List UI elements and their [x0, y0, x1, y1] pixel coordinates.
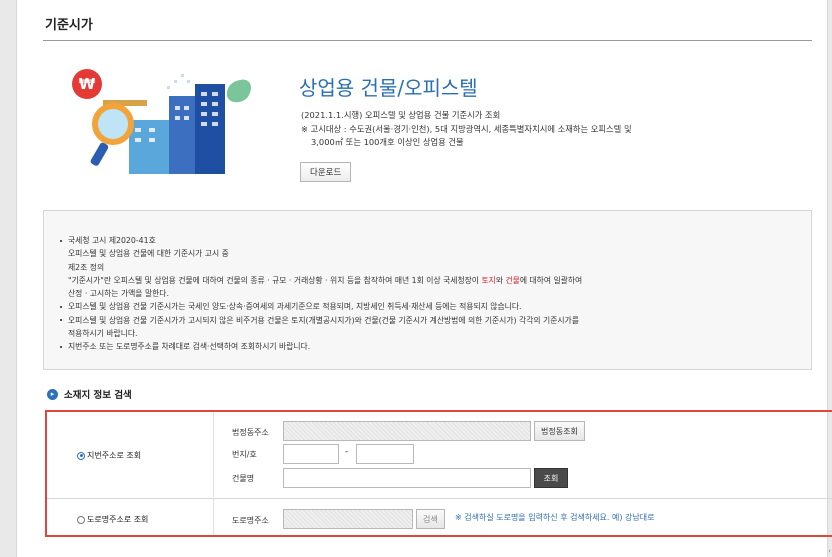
- notice-text: "기준시가"란 오피스텔 및 상업용 건물에 대하여 건물의 종류 · 규모 ·…: [68, 275, 482, 285]
- hero-illustration: ₩: [72, 69, 251, 174]
- hero-title: 상업용 건물/오피스텔: [299, 76, 478, 100]
- notice-item-continued: 산정 · 고시하는 가액을 말한다.: [68, 289, 169, 299]
- title-divider: [43, 40, 812, 41]
- building-name-label: 건물명: [232, 474, 255, 483]
- notice-item-continued: 제2조 정의: [68, 262, 105, 272]
- bunji-dash: -: [345, 447, 349, 457]
- radio-jibun-label: 지번주소로 조회: [87, 451, 142, 460]
- dong-search-button[interactable]: 법정동조회: [534, 421, 585, 441]
- radio-jibun-option[interactable]: 지번주소로 조회: [77, 450, 141, 461]
- svg-text:₩: ₩: [79, 75, 96, 93]
- notice-item-continued: 오피스텔 및 상업용 건물에 대한 기준시가 고시 중: [68, 249, 229, 259]
- notice-box: 국세청 고시 제2020-41호 오피스텔 및 상업용 건물에 대한 기준시가 …: [43, 210, 812, 370]
- radio-road-label: 도로명주소로 조회: [87, 515, 149, 524]
- notice-item-continued: 적용하시기 바랍니다.: [68, 329, 138, 339]
- notice-item: 지번주소 또는 도로명주소를 차례대로 검색·선택하여 조회하시기 바랍니다.: [58, 340, 582, 353]
- dong-address-field[interactable]: [283, 421, 531, 441]
- notice-text: 에 대하여 일괄하여: [519, 275, 583, 285]
- notice-highlight-land: 토지: [481, 275, 496, 285]
- building-icon: [129, 74, 225, 174]
- notice-item: 오피스텔 및 상업용 건물 기준시가는 국세인 양도·상속·증여세의 과세기준으…: [58, 300, 582, 313]
- notice-item-continued: "기준시가"란 오피스텔 및 상업용 건물에 대하여 건물의 종류 · 규모 ·…: [58, 274, 582, 287]
- notice-highlight-building: 건물: [505, 275, 520, 285]
- notice-item: 오피스텔 및 상업용 건물 기준시가가 고시되지 않은 비주거용 건물은 토지(…: [58, 314, 582, 327]
- bunji-sub-field[interactable]: [356, 444, 414, 464]
- location-search-panel: 지번주소로 조회 법정동주소 법정동조회 번지/호 - 건물명 조회 도로명주소…: [45, 410, 832, 537]
- row-divider: [47, 498, 832, 499]
- road-address-label: 도로명주소: [232, 516, 269, 525]
- radio-road[interactable]: [77, 515, 85, 524]
- hero-desc-line: ※ 고시대상 : 수도권(서울·경기·인천), 5대 지방광역시, 세종특별자치…: [301, 123, 632, 134]
- bunji-main-field[interactable]: [283, 444, 339, 464]
- column-divider: [213, 499, 214, 535]
- circle-arrow-icon: ▸: [47, 388, 58, 400]
- scroll-indicator[interactable]: ‹: [828, 547, 831, 555]
- search-section-label: 소재지 정보 검색: [64, 390, 132, 401]
- hero-description: (2021.1.1.시행) 오피스텔 및 상업용 건물 기준시가 조회 ※ 고시…: [301, 109, 721, 150]
- radio-road-option[interactable]: 도로명주소로 조회: [77, 514, 148, 525]
- road-search-button[interactable]: 검색: [416, 509, 445, 529]
- notice-item: 국세청 고시 제2020-41호: [58, 234, 582, 247]
- page-title: 기준시가: [45, 18, 93, 33]
- bunji-label: 번지/호: [232, 450, 257, 459]
- search-section-title: ▸ 소재지 정보 검색: [47, 387, 132, 401]
- download-button[interactable]: 다운로드: [300, 162, 352, 182]
- hero-desc-line: (2021.1.1.시행) 오피스텔 및 상업용 건물 기준시가 조회: [301, 110, 501, 120]
- notice-list: 국세청 고시 제2020-41호 오피스텔 및 상업용 건물에 대한 기준시가 …: [58, 234, 582, 354]
- radio-jibun[interactable]: [77, 451, 85, 460]
- won-coin-icon: ₩: [72, 69, 102, 99]
- main-frame: 기준시가 ₩ 상업용 건물/오피스텔 (2021.1.1.시행) 오피스텔 및 …: [16, 0, 832, 557]
- building-search-button[interactable]: 조회: [534, 468, 568, 488]
- hero-desc-line: 3,000㎡ 또는 100개호 이상인 상업용 건물: [311, 137, 464, 147]
- building-name-field[interactable]: [283, 468, 531, 488]
- leaf-icon: [226, 79, 251, 103]
- road-address-field[interactable]: [283, 509, 413, 529]
- dong-address-label: 법정동주소: [232, 428, 269, 437]
- column-divider: [213, 412, 214, 497]
- road-hint: ※ 검색하실 도로명을 입력하신 후 검색하세요. 예) 강남대로: [455, 513, 655, 522]
